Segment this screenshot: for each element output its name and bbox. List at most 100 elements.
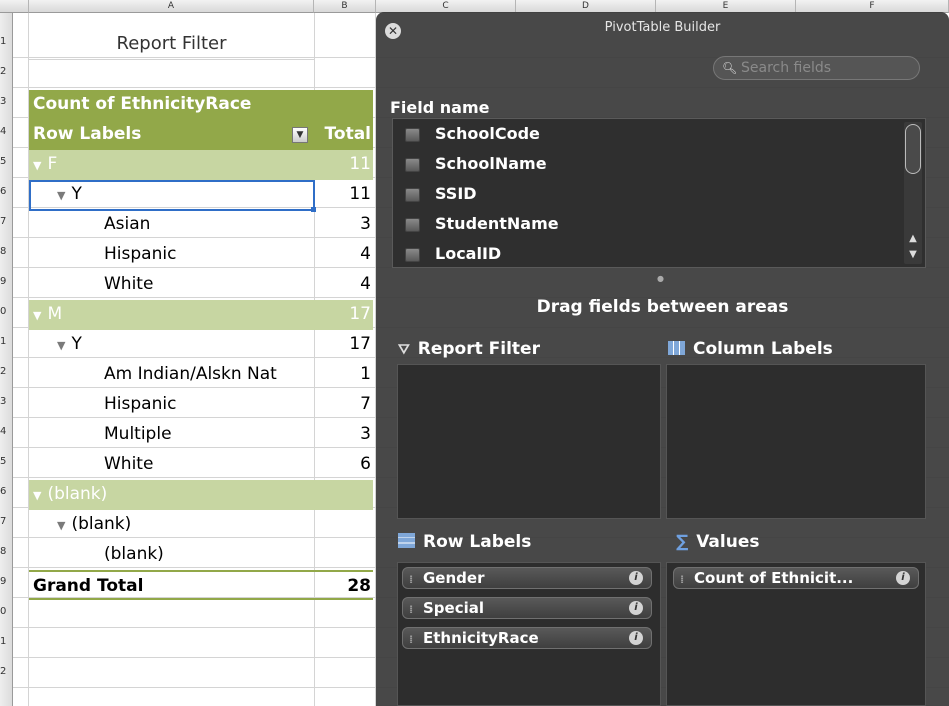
expand-triangle-icon[interactable]: ▼ bbox=[33, 151, 41, 180]
row-number[interactable]: 8 bbox=[0, 546, 12, 557]
pivot-item-row-label[interactable]: (blank) bbox=[29, 540, 314, 570]
drag-grip-icon[interactable]: ⁞ bbox=[680, 570, 684, 590]
pivot-header-b[interactable] bbox=[314, 90, 373, 120]
pivot-row-total[interactable]: 6 bbox=[314, 450, 373, 480]
expand-triangle-icon[interactable]: ▼ bbox=[57, 331, 65, 360]
pivot-group-row-label[interactable]: ▼ F bbox=[29, 150, 314, 180]
pivot-subgroup-row-label[interactable]: ▼ (blank) bbox=[29, 510, 314, 540]
scroll-down-icon[interactable]: ▼ bbox=[906, 248, 920, 262]
field-list-item[interactable]: LocalID bbox=[393, 239, 903, 267]
report-filter-cell[interactable]: Report Filter bbox=[29, 29, 314, 60]
row-label-field-pill[interactable]: ⁞ Special i bbox=[402, 597, 652, 619]
corner-select-all[interactable] bbox=[0, 0, 29, 13]
pivot-row-total[interactable] bbox=[314, 480, 373, 510]
pivot-item-row-label[interactable]: White bbox=[29, 270, 314, 300]
pivot-row-total[interactable]: 3 bbox=[314, 420, 373, 450]
row-number[interactable]: 9 bbox=[0, 576, 12, 587]
field-list-item[interactable]: StudentName bbox=[393, 209, 903, 239]
resize-handle-icon[interactable]: ● bbox=[657, 274, 664, 283]
field-list-item[interactable]: SSID bbox=[393, 179, 903, 209]
info-icon[interactable]: i bbox=[896, 571, 910, 585]
row-number[interactable]: 0 bbox=[0, 306, 12, 317]
panel-title-bar[interactable]: ✕ PivotTable Builder bbox=[376, 12, 949, 48]
pivot-row-total[interactable] bbox=[314, 510, 373, 540]
value-field-pill[interactable]: ⁞ Count of Ethnicit... i bbox=[673, 567, 919, 589]
info-icon[interactable]: i bbox=[629, 601, 643, 615]
field-checkbox[interactable] bbox=[405, 248, 420, 262]
row-number[interactable]: 5 bbox=[0, 456, 12, 467]
info-icon[interactable]: i bbox=[629, 571, 643, 585]
row-number[interactable]: 0 bbox=[0, 606, 12, 617]
row-number[interactable]: 2 bbox=[0, 66, 12, 77]
search-fields-input[interactable]: 🔍︎ Search fields bbox=[713, 56, 920, 80]
expand-triangle-icon[interactable]: ▼ bbox=[33, 481, 41, 510]
field-list-item[interactable]: SchoolCode bbox=[393, 119, 903, 149]
pivot-total-header[interactable]: Total bbox=[314, 120, 373, 150]
info-icon[interactable]: i bbox=[629, 631, 643, 645]
column-header-a[interactable]: A bbox=[29, 0, 314, 13]
pivot-item-row-label[interactable]: Hispanic bbox=[29, 390, 314, 420]
pivot-row-labels-header[interactable]: Row Labels bbox=[29, 120, 314, 150]
row-number[interactable]: 4 bbox=[0, 426, 12, 437]
pivot-row-total[interactable]: 7 bbox=[314, 390, 373, 420]
pivot-group-row-label[interactable]: ▼ M bbox=[29, 300, 314, 330]
pivot-row-total[interactable]: 17 bbox=[314, 300, 373, 330]
pivot-row-total[interactable]: 11 bbox=[314, 180, 373, 210]
grand-total-value[interactable]: 28 bbox=[314, 570, 373, 600]
pivot-row-total[interactable]: 3 bbox=[314, 210, 373, 240]
pivot-subgroup-row-label[interactable]: ▼ Y bbox=[29, 330, 314, 360]
row-label-field-pill[interactable]: ⁞ EthnicityRace i bbox=[402, 627, 652, 649]
column-header-b[interactable]: B bbox=[314, 0, 376, 13]
pivot-row-total[interactable]: 4 bbox=[314, 270, 373, 300]
column-labels-drop-area[interactable] bbox=[666, 364, 926, 519]
scroll-up-icon[interactable]: ▲ bbox=[906, 232, 920, 246]
row-number[interactable]: 4 bbox=[0, 126, 12, 137]
grand-total-label[interactable]: Grand Total bbox=[29, 570, 314, 600]
row-number[interactable]: 3 bbox=[0, 96, 12, 107]
scrollbar-thumb[interactable] bbox=[905, 124, 921, 174]
pivot-item-row-label[interactable]: Asian bbox=[29, 210, 314, 240]
pivot-item-row-label[interactable]: White bbox=[29, 450, 314, 480]
fill-handle[interactable] bbox=[311, 207, 316, 212]
row-number[interactable]: 1 bbox=[0, 36, 12, 47]
row-number[interactable]: 6 bbox=[0, 486, 12, 497]
pivot-item-row-label[interactable]: Hispanic bbox=[29, 240, 314, 270]
expand-triangle-icon[interactable]: ▼ bbox=[57, 511, 65, 540]
pivot-value-header[interactable]: Count of EthnicityRace bbox=[29, 90, 314, 120]
pivot-item-row-label[interactable]: Multiple bbox=[29, 420, 314, 450]
row-number[interactable]: 5 bbox=[0, 156, 12, 167]
pivot-row-total[interactable]: 17 bbox=[314, 330, 373, 360]
pivot-row-total[interactable]: 4 bbox=[314, 240, 373, 270]
row-number[interactable]: 2 bbox=[0, 366, 12, 377]
row-label-field-pill[interactable]: ⁞ Gender i bbox=[402, 567, 652, 589]
row-header-strip: 1 2 3 4 5 6 7 8 9 0 1 2 3 4 5 6 7 8 9 0 1 2 bbox=[0, 13, 13, 706]
field-checkbox[interactable] bbox=[405, 188, 420, 202]
pivot-item-row-label[interactable]: Am Indian/Alskn Nat bbox=[29, 360, 314, 390]
row-number[interactable]: 1 bbox=[0, 636, 12, 647]
field-list-scrollbar[interactable]: ▲ ▼ bbox=[904, 122, 922, 264]
row-number[interactable]: 8 bbox=[0, 246, 12, 257]
drag-grip-icon[interactable]: ⁞ bbox=[409, 570, 413, 590]
field-checkbox[interactable] bbox=[405, 128, 420, 142]
field-list[interactable]: SchoolCode SchoolName SSID StudentName Local… bbox=[392, 118, 926, 268]
pivot-row-total[interactable]: 1 bbox=[314, 360, 373, 390]
row-number[interactable]: 7 bbox=[0, 516, 12, 527]
row-labels-filter-dropdown[interactable]: ▼ bbox=[292, 127, 308, 143]
report-filter-drop-area[interactable] bbox=[397, 364, 661, 519]
pivot-group-row-label[interactable]: ▼ (blank) bbox=[29, 480, 314, 510]
drag-grip-icon[interactable]: ⁞ bbox=[409, 630, 413, 650]
row-number[interactable]: 3 bbox=[0, 396, 12, 407]
column-labels-area-label: Column Labels bbox=[668, 339, 833, 359]
row-number[interactable]: 2 bbox=[0, 666, 12, 677]
field-checkbox[interactable] bbox=[405, 158, 420, 172]
expand-triangle-icon[interactable]: ▼ bbox=[33, 301, 41, 330]
row-number[interactable]: 7 bbox=[0, 216, 12, 227]
row-number[interactable]: 9 bbox=[0, 276, 12, 287]
row-number[interactable]: 6 bbox=[0, 186, 12, 197]
pivot-row-total[interactable] bbox=[314, 540, 373, 570]
pivot-row-total[interactable]: 11 bbox=[314, 150, 373, 180]
field-list-item[interactable]: SchoolName bbox=[393, 149, 903, 179]
row-number[interactable]: 1 bbox=[0, 336, 12, 347]
drag-grip-icon[interactable]: ⁞ bbox=[409, 600, 413, 620]
field-checkbox[interactable] bbox=[405, 218, 420, 232]
